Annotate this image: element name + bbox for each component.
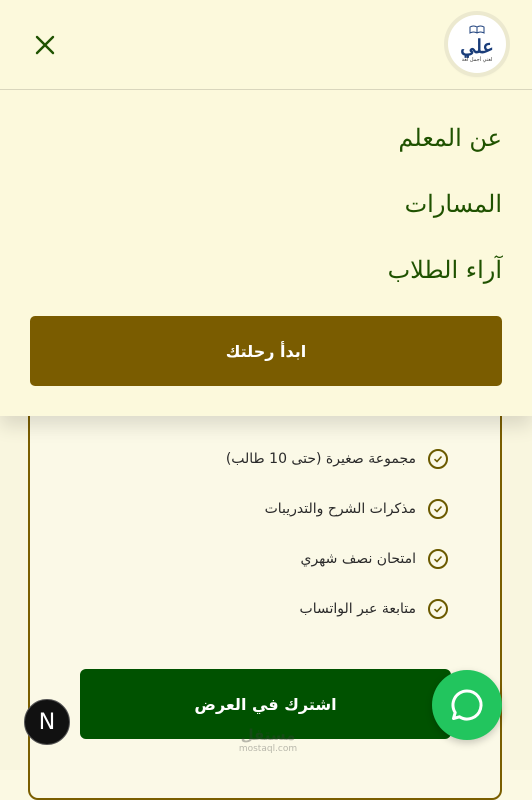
menu-header: علي لغتي أجمل لغة bbox=[0, 0, 532, 90]
whatsapp-chat-icon bbox=[451, 689, 483, 721]
feature-item: مذكرات الشرح والتدريبات bbox=[118, 484, 448, 534]
feature-label: امتحان نصف شهري bbox=[300, 551, 417, 567]
check-circle-icon bbox=[428, 449, 448, 469]
logo-tagline: لغتي أجمل لغة bbox=[461, 57, 493, 63]
close-icon bbox=[35, 35, 55, 55]
mobile-menu: علي لغتي أجمل لغة عن المعلم المسارات آرا… bbox=[0, 0, 532, 416]
logo-name: علي bbox=[460, 36, 494, 58]
nav-item-tracks[interactable]: المسارات bbox=[388, 184, 502, 250]
watermark-sub: mostaql.com bbox=[238, 744, 298, 754]
check-circle-icon bbox=[428, 549, 448, 569]
feature-item: مجموعة صغيرة (حتى 10 طالب) bbox=[118, 434, 448, 484]
nav-item-testimonials[interactable]: آراء الطلاب bbox=[388, 250, 502, 316]
check-circle-icon bbox=[428, 499, 448, 519]
feature-label: مذكرات الشرح والتدريبات bbox=[264, 501, 416, 517]
nav-item-about-teacher[interactable]: عن المعلم bbox=[388, 118, 502, 184]
menu-nav: عن المعلم المسارات آراء الطلاب bbox=[388, 118, 502, 316]
nextjs-dev-badge[interactable]: N bbox=[24, 699, 70, 745]
check-circle-icon bbox=[428, 599, 448, 619]
feature-list: مجموعة صغيرة (حتى 10 طالب) مذكرات الشرح … bbox=[118, 434, 448, 634]
feature-label: مجموعة صغيرة (حتى 10 طالب) bbox=[225, 451, 416, 467]
feature-label: متابعة عبر الواتساب bbox=[299, 601, 416, 617]
start-journey-button[interactable]: ابدأ رحلتك bbox=[30, 316, 502, 386]
feature-item: امتحان نصف شهري bbox=[118, 534, 448, 584]
next-badge-label: N bbox=[38, 709, 56, 735]
watermark: مستقل mostaql.com bbox=[233, 728, 303, 756]
feature-item: متابعة عبر الواتساب bbox=[118, 584, 448, 634]
close-menu-button[interactable] bbox=[30, 30, 60, 60]
whatsapp-chat-button[interactable] bbox=[432, 670, 502, 740]
site-logo[interactable]: علي لغتي أجمل لغة bbox=[448, 15, 506, 73]
